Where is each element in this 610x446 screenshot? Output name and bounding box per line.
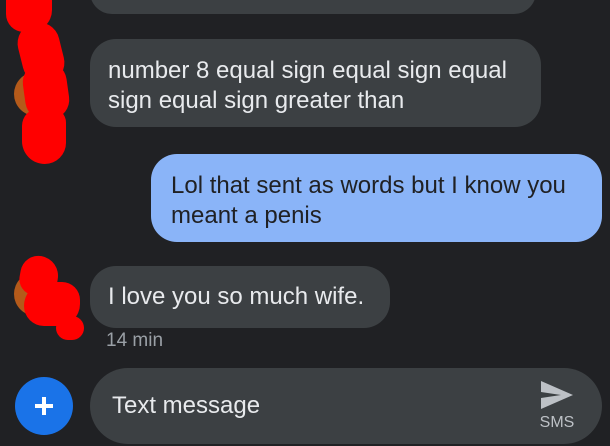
message-bubble-incoming[interactable]: number 8 equal sign equal sign equal sig… [90, 39, 541, 127]
plus-icon [35, 397, 53, 415]
add-attachment-button[interactable] [15, 377, 73, 435]
message-timestamp: 14 min [106, 330, 164, 351]
message-bubble-incoming[interactable]: I love you so much wife. [90, 266, 390, 328]
message-bubble-incoming[interactable] [90, 0, 536, 14]
message-input[interactable]: Text message SMS [90, 368, 602, 444]
send-button[interactable]: SMS [534, 380, 580, 436]
conversation-screen: number 8 equal sign equal sign equal sig… [0, 0, 610, 446]
send-icon [541, 381, 573, 409]
message-input-placeholder: Text message [112, 392, 261, 419]
message-bubble-outgoing[interactable]: Lol that sent as words but I know you me… [151, 154, 602, 242]
send-mode-label: SMS [539, 414, 575, 431]
